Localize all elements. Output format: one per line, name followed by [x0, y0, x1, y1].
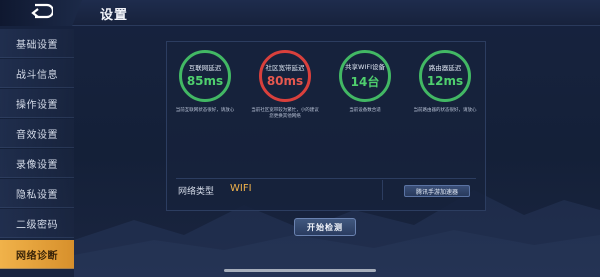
vertical-divider: [382, 180, 383, 200]
stat-description: 当前设备数合适: [349, 108, 381, 113]
back-button[interactable]: [0, 0, 82, 26]
stat-label: 路由器延迟: [428, 64, 462, 72]
stat-description: 当前社区宽带较为繁忙，小的建议您更换其他网络: [251, 108, 319, 119]
status-ring: 互联网延迟 85ms: [179, 50, 231, 102]
top-bar: 设置: [0, 0, 600, 26]
sidebar-item-secondary-password[interactable]: 二级密码: [0, 209, 74, 238]
page-title: 设置: [100, 8, 129, 23]
stat-label: 互联网延迟: [188, 64, 222, 72]
status-ring: 社区宽带延迟 80ms: [259, 50, 311, 102]
sidebar-item-network-diagnosis[interactable]: 网络诊断: [0, 240, 74, 269]
panel-divider: [176, 178, 476, 179]
sidebar-item-battle-info[interactable]: 战斗信息: [0, 59, 74, 88]
sidebar-item-sound[interactable]: 音效设置: [0, 119, 74, 148]
network-type-value: WIFI: [230, 183, 252, 194]
router-latency-stat: 路由器延迟 12ms 当前路由器的状态很好，请放心: [410, 50, 480, 114]
network-type-label: 网络类型: [178, 187, 215, 197]
community-bandwidth-latency-stat: 社区宽带延迟 80ms 当前社区宽带较为繁忙，小的建议您更换其他网络: [250, 50, 320, 120]
stat-label: 共享WIFI设备: [345, 62, 385, 71]
status-ring: 路由器延迟 12ms: [419, 50, 471, 102]
sidebar-item-controls[interactable]: 操作设置: [0, 89, 74, 118]
sidebar-item-basic[interactable]: 基础设置: [0, 29, 74, 58]
game-accelerator-button[interactable]: 腾讯手游加速器: [404, 185, 470, 197]
sidebar-item-replay[interactable]: 录像设置: [0, 149, 74, 178]
settings-sidebar: 基础设置 战斗信息 操作设置 音效设置 录像设置 隐私设置 二级密码 网络诊断: [0, 28, 74, 277]
internet-latency-stat: 互联网延迟 85ms 当前互联网状态很好，请放心: [170, 50, 240, 114]
start-detection-button[interactable]: 开始检测: [294, 218, 356, 236]
stat-description: 当前路由器的状态很好，请放心: [413, 108, 477, 113]
stat-label: 社区宽带延迟: [265, 64, 305, 72]
back-arrow-icon: [29, 3, 55, 23]
stat-value: 80ms: [266, 74, 304, 88]
home-indicator[interactable]: [224, 269, 376, 272]
stat-value: 14台: [350, 74, 380, 89]
stat-value: 85ms: [186, 74, 224, 88]
shared-wifi-devices-stat: 共享WIFI设备 14台 当前设备数合适: [330, 50, 400, 114]
status-ring: 共享WIFI设备 14台: [339, 50, 391, 102]
sidebar-item-privacy[interactable]: 隐私设置: [0, 179, 74, 208]
stat-description: 当前互联网状态很好，请放心: [175, 108, 235, 113]
stat-value: 12ms: [426, 74, 464, 88]
